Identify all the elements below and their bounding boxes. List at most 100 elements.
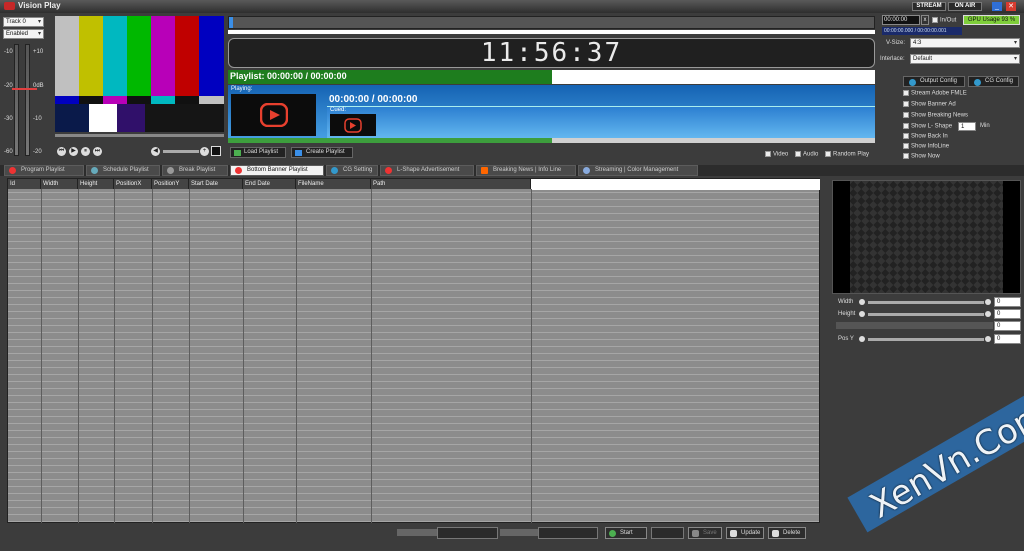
- show-infoline-option[interactable]: Show InfoLine: [903, 143, 949, 150]
- column-filename[interactable]: FileName: [296, 179, 371, 189]
- pos-x-slider[interactable]: [836, 322, 993, 329]
- show-now-option[interactable]: Show Now: [903, 153, 940, 160]
- track-select[interactable]: Track 0: [3, 17, 44, 27]
- stream-adobe-option[interactable]: Stream Adobe FMLE: [903, 90, 967, 97]
- save-button[interactable]: Save: [688, 527, 722, 539]
- tab-lshape-advertisement[interactable]: L-Shape Advertisement: [380, 165, 474, 176]
- column-divider: [114, 189, 115, 523]
- timecode-clear-button[interactable]: x: [921, 15, 929, 25]
- timeline-track[interactable]: [228, 16, 875, 29]
- tab-bottom-banner-playlist[interactable]: Bottom Banner Playlist: [230, 165, 324, 176]
- create-icon: [295, 150, 302, 156]
- cg-config-button[interactable]: CG Config: [968, 76, 1019, 87]
- end-date-picker[interactable]: [538, 527, 598, 539]
- volume-slider[interactable]: [163, 150, 199, 153]
- interlace-select[interactable]: Default: [910, 54, 1020, 64]
- column-position-y[interactable]: PositionY: [152, 179, 189, 189]
- show-lshape-option[interactable]: Show L- Shape: [903, 123, 952, 130]
- end-date-label-bar: [500, 529, 538, 536]
- fullscreen-icon[interactable]: [211, 146, 221, 156]
- delete-button[interactable]: Delete: [768, 527, 806, 539]
- column-end-date[interactable]: End Date: [243, 179, 296, 189]
- preview-seek-bar[interactable]: [55, 134, 224, 137]
- lshape-minutes-input[interactable]: 1: [958, 122, 976, 131]
- pos-y-slider[interactable]: [868, 338, 984, 341]
- output-config-button[interactable]: Output Config: [903, 76, 965, 87]
- stream-button[interactable]: STREAM: [912, 2, 946, 11]
- load-playlist-label: Load Playlist: [244, 149, 279, 155]
- width-input[interactable]: 0: [994, 297, 1021, 307]
- pos-x-input[interactable]: 0: [994, 321, 1021, 331]
- volume-down-icon[interactable]: ◀: [151, 147, 160, 156]
- timecode-in-field[interactable]: 00:00:00: [882, 15, 920, 25]
- column-position-x[interactable]: PositionX: [114, 179, 152, 189]
- height-input[interactable]: 0: [994, 309, 1021, 319]
- pos-y-minus-icon[interactable]: [859, 336, 865, 342]
- show-banner-option[interactable]: Show Banner Ad: [903, 101, 956, 108]
- delete-label: Delete: [783, 530, 801, 536]
- create-playlist-button[interactable]: Create Playlist: [291, 147, 353, 158]
- on-air-button[interactable]: ON AIR: [948, 2, 982, 11]
- width-plus-icon[interactable]: [985, 299, 991, 305]
- timeline-playhead[interactable]: [229, 17, 233, 28]
- inout-checkbox[interactable]: In/Out: [932, 17, 956, 24]
- break-playlist-icon: [167, 167, 174, 174]
- start-date-label-bar: [397, 529, 437, 536]
- column-divider: [78, 189, 79, 523]
- app-title: Vision Play: [18, 1, 61, 10]
- clock-display: 11:56:37: [228, 38, 875, 68]
- vsize-select[interactable]: 4:3: [910, 38, 1020, 48]
- start-button[interactable]: Start: [605, 527, 647, 539]
- skip-back-icon[interactable]: ⏮: [57, 147, 66, 156]
- db-label: 0dB: [33, 83, 44, 89]
- tab-schedule-playlist[interactable]: Schedule Playlist: [86, 165, 160, 176]
- checkbox-icon: [765, 151, 771, 157]
- playing-time: 00:00:00 / 00:00:00: [329, 94, 418, 105]
- height-plus-icon[interactable]: [985, 311, 991, 317]
- tab-streaming-color[interactable]: Streaming | Color Management: [578, 165, 698, 176]
- column-divider: [41, 189, 42, 523]
- random-play-checkbox[interactable]: Random Play: [825, 151, 869, 158]
- pos-y-plus-icon[interactable]: [985, 336, 991, 342]
- height-minus-icon[interactable]: [859, 311, 865, 317]
- show-breaking-label: Show Breaking News: [911, 112, 969, 119]
- banner-table[interactable]: [7, 178, 820, 523]
- column-width[interactable]: Width: [41, 179, 78, 189]
- tab-label: Program Playlist: [21, 167, 65, 173]
- width-slider[interactable]: [868, 301, 984, 304]
- height-slider[interactable]: [868, 313, 984, 316]
- video-preview: [55, 16, 224, 132]
- start-date-picker[interactable]: [437, 527, 498, 539]
- checkbox-icon: [795, 151, 801, 157]
- width-minus-icon[interactable]: [859, 299, 865, 305]
- show-breaking-option[interactable]: Show Breaking News: [903, 112, 968, 119]
- close-button[interactable]: ✕: [1006, 2, 1016, 11]
- video-checkbox[interactable]: Video: [765, 151, 788, 158]
- show-backin-option[interactable]: Show Back In: [903, 133, 948, 140]
- tab-cg-setting[interactable]: CG Setting: [326, 165, 378, 176]
- tab-break-playlist[interactable]: Break Playlist: [162, 165, 228, 176]
- audio-checkbox[interactable]: Audio: [795, 151, 818, 158]
- update-button[interactable]: Update: [726, 527, 764, 539]
- inout-label: In/Out: [940, 17, 957, 24]
- minimize-button[interactable]: _: [992, 2, 1002, 11]
- pos-y-label: Pos Y: [838, 336, 854, 342]
- preview-pillar-left: [833, 181, 850, 293]
- play-icon[interactable]: ▶: [69, 147, 78, 156]
- column-path[interactable]: Path: [371, 179, 531, 189]
- column-height[interactable]: Height: [78, 179, 114, 189]
- volume-up-icon[interactable]: +: [200, 147, 209, 156]
- tab-program-playlist[interactable]: Program Playlist: [4, 165, 84, 176]
- pause-icon[interactable]: ⏸: [81, 147, 90, 156]
- column-divider: [531, 189, 532, 523]
- pos-y-input[interactable]: 0: [994, 334, 1021, 344]
- column-start-date[interactable]: Start Date: [189, 179, 243, 189]
- file-field[interactable]: [651, 527, 684, 539]
- db-label: -20: [33, 149, 42, 155]
- load-playlist-button[interactable]: Load Playlist: [230, 147, 286, 158]
- column-id[interactable]: Id: [8, 179, 41, 189]
- tab-label: L-Shape Advertisement: [397, 167, 460, 173]
- enabled-select[interactable]: Enabled: [3, 29, 44, 39]
- tab-breaking-news[interactable]: Breaking News | Info Line: [476, 165, 576, 176]
- skip-forward-icon[interactable]: ⏭: [93, 147, 102, 156]
